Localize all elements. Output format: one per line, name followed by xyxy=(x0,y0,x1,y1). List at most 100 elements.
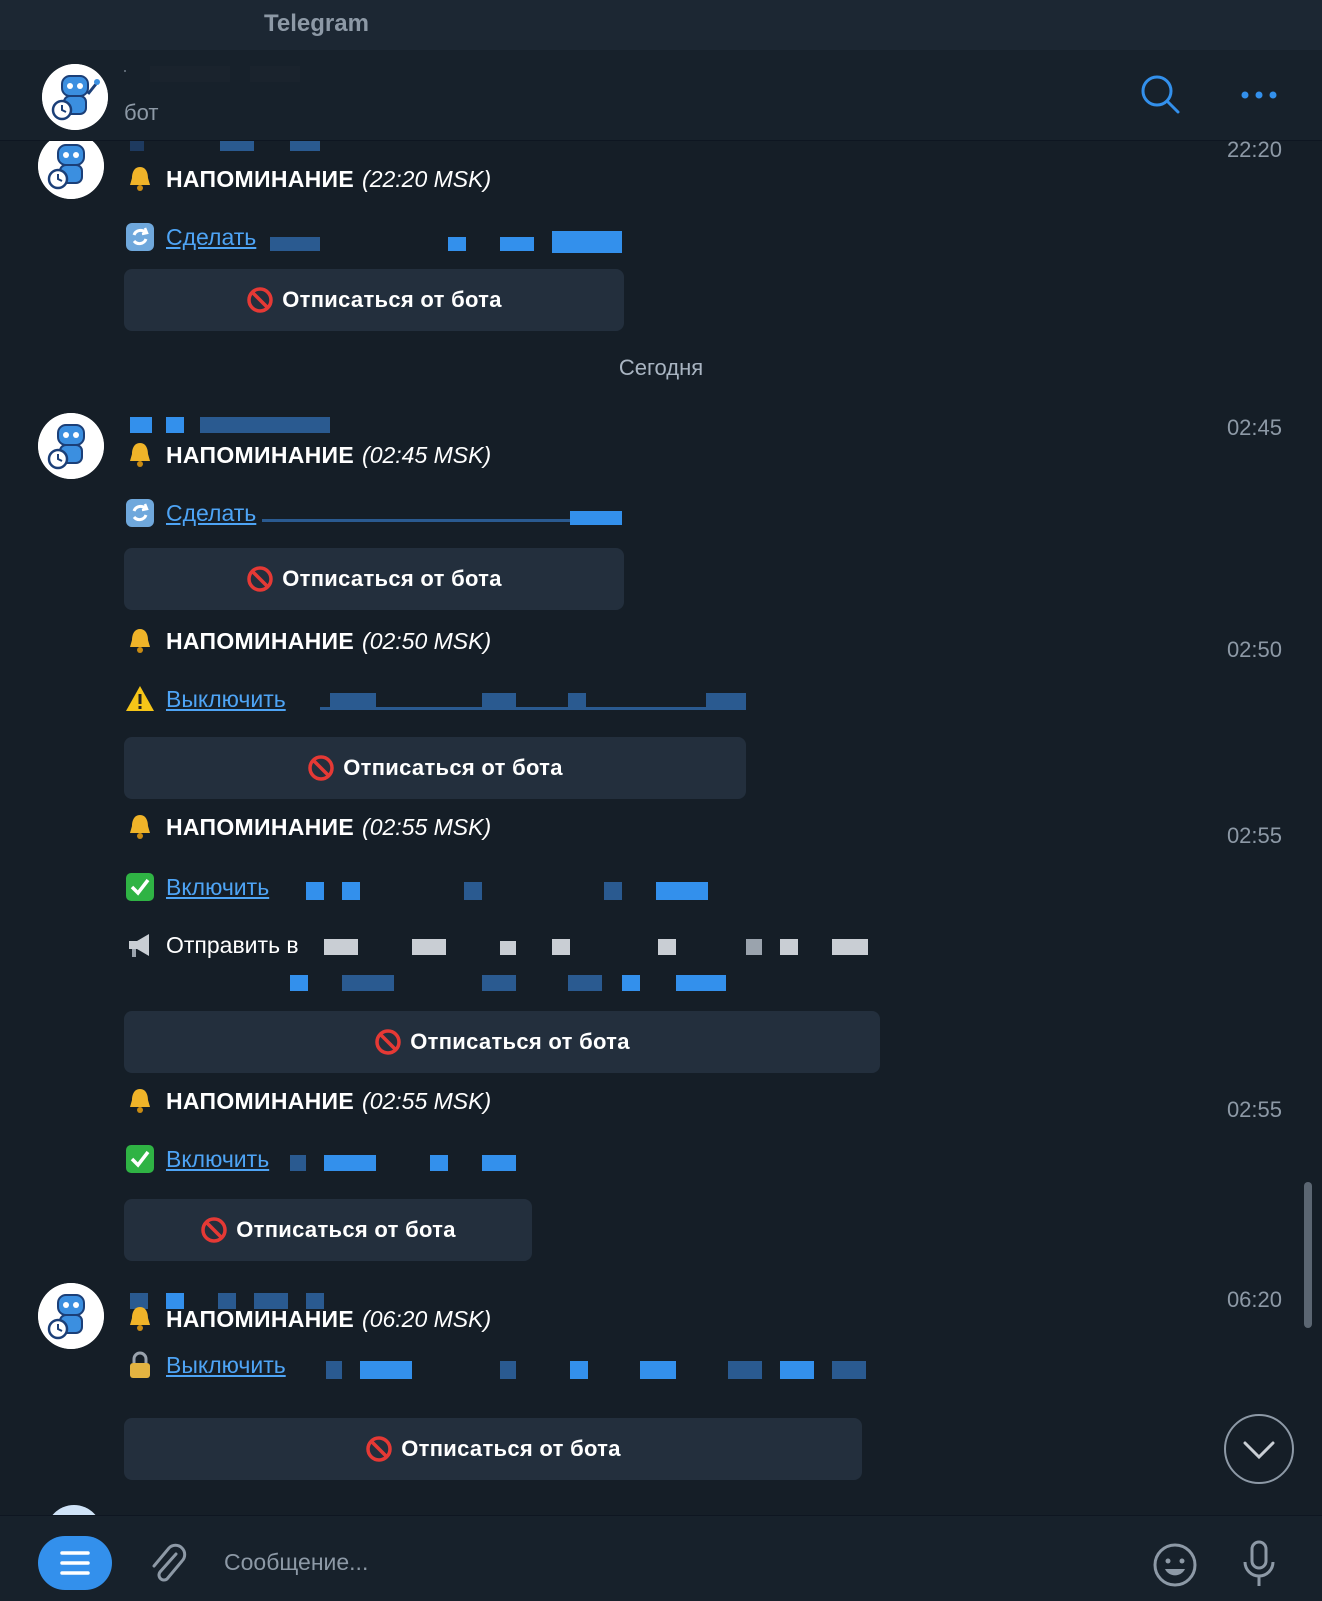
bell-icon xyxy=(124,163,156,195)
message-time: 22:20 xyxy=(1226,141,1282,162)
redacted-link-text xyxy=(430,1155,448,1171)
redacted-link-text xyxy=(568,693,586,707)
bell-icon xyxy=(124,625,156,657)
redacted-link-text xyxy=(832,1361,866,1379)
redacted-text xyxy=(780,939,798,955)
scroll-down-button[interactable] xyxy=(1224,1414,1294,1484)
check-icon xyxy=(124,1143,156,1175)
action-line: Сделать xyxy=(124,221,256,253)
redacted-link-text xyxy=(330,693,376,707)
robot-icon xyxy=(38,141,104,199)
unsubscribe-button[interactable]: Отписаться от бота xyxy=(124,269,624,331)
megaphone-icon xyxy=(124,929,156,961)
bell-icon xyxy=(124,1085,156,1117)
unsubscribe-label: Отписаться от бота xyxy=(236,1217,456,1242)
message-avatar[interactable] xyxy=(38,141,104,199)
window-title: Telegram xyxy=(264,10,369,37)
redacted-text xyxy=(622,975,640,991)
message-avatar-partial xyxy=(46,1505,102,1515)
unsubscribe-button[interactable]: Отписаться от бота xyxy=(124,1418,862,1480)
voice-message-button[interactable] xyxy=(1236,1538,1282,1590)
redacted-link-text xyxy=(448,237,466,251)
redacted-link-text xyxy=(656,882,708,900)
redacted-link-text xyxy=(306,882,324,900)
robot-icon xyxy=(42,64,108,130)
reminder-label: НАПОМИНАНИЕ xyxy=(166,1305,355,1332)
redacted-link-text xyxy=(320,707,746,710)
prohibited-icon xyxy=(307,754,335,782)
emoji-button[interactable] xyxy=(1152,1542,1198,1588)
message-list[interactable]: 22:20 НАПОМИНАНИЕ (22:20 MSK) Сделать От… xyxy=(0,141,1322,1515)
reminder-time: (22:20 MSK) xyxy=(362,165,492,192)
redacted-link-text xyxy=(552,231,622,253)
unsubscribe-button[interactable]: Отписаться от бота xyxy=(124,548,624,610)
more-dots-icon xyxy=(1241,91,1277,99)
redacted-link-text xyxy=(570,511,622,525)
prohibited-icon xyxy=(200,1216,228,1244)
message-avatar[interactable] xyxy=(38,1283,104,1349)
bot-avatar[interactable] xyxy=(42,64,108,130)
attach-button[interactable] xyxy=(146,1540,190,1588)
redacted-text xyxy=(676,975,726,991)
reminder-time: (02:50 MSK) xyxy=(362,627,492,654)
action-line: Выключить xyxy=(124,1349,286,1381)
action-link[interactable]: Выключить xyxy=(166,686,286,713)
bot-menu-button[interactable] xyxy=(38,1536,112,1590)
redacted-link-text xyxy=(500,1361,516,1379)
check-icon xyxy=(124,871,156,903)
chat-name-redacted[interactable] xyxy=(124,66,304,88)
message-time: 02:45 xyxy=(1226,415,1282,440)
refresh-icon xyxy=(124,497,156,529)
search-button[interactable] xyxy=(1138,72,1184,118)
message-avatar[interactable] xyxy=(38,413,104,479)
reminder-label: НАПОМИНАНИЕ xyxy=(166,441,355,468)
date-separator: Сегодня xyxy=(618,355,704,380)
redacted-link-text xyxy=(500,237,534,251)
action-link[interactable]: Включить xyxy=(166,874,269,901)
redacted-link-text xyxy=(728,1361,762,1379)
message-input[interactable] xyxy=(222,1538,1106,1586)
send-line: Отправить в xyxy=(124,929,299,961)
redacted-link-text xyxy=(360,1361,412,1379)
bell-icon xyxy=(124,1303,156,1335)
redacted-link-text xyxy=(640,1361,676,1379)
redacted-text xyxy=(324,939,358,955)
prohibited-icon xyxy=(365,1435,393,1463)
scrollbar[interactable] xyxy=(1304,1182,1312,1328)
unsubscribe-button[interactable]: Отписаться от бота xyxy=(124,1011,880,1073)
action-line: Выключить xyxy=(124,683,286,715)
action-link[interactable]: Включить xyxy=(166,1146,269,1173)
unsubscribe-button[interactable]: Отписаться от бота xyxy=(124,1199,532,1261)
redacted-text xyxy=(746,939,762,955)
send-text: Отправить в xyxy=(166,931,299,958)
reminder-time: (02:55 MSK) xyxy=(362,1087,492,1114)
reminder-label: НАПОМИНАНИЕ xyxy=(166,165,355,192)
redacted-link-text xyxy=(706,693,746,707)
reminder-line: НАПОМИНАНИЕ (02:50 MSK) xyxy=(124,625,491,657)
reminder-time: (06:20 MSK) xyxy=(362,1305,492,1332)
unsubscribe-button[interactable]: Отписаться от бота xyxy=(124,737,746,799)
reminder-line: НАПОМИНАНИЕ (02:55 MSK) xyxy=(124,811,491,843)
redacted-link-text xyxy=(780,1361,814,1379)
action-link[interactable]: Сделать xyxy=(166,224,256,251)
action-link[interactable]: Выключить xyxy=(166,1352,286,1379)
action-link[interactable]: Сделать xyxy=(166,500,256,527)
redacted-text xyxy=(500,941,516,955)
redacted-link-text xyxy=(342,882,360,900)
reminder-time: (02:45 MSK) xyxy=(362,441,492,468)
prohibited-icon xyxy=(246,565,274,593)
smile-icon xyxy=(1153,1543,1197,1587)
reminder-line: НАПОМИНАНИЕ (02:55 MSK) xyxy=(124,1085,491,1117)
reminder-label: НАПОМИНАНИЕ xyxy=(166,813,355,840)
redacted-text xyxy=(552,939,570,955)
action-line: Включить xyxy=(124,871,269,903)
search-icon xyxy=(1141,75,1180,114)
chat-subtitle: бот xyxy=(124,100,159,125)
reminder-line: НАПОМИНАНИЕ (06:20 MSK) xyxy=(124,1303,491,1335)
chevron-down-icon xyxy=(1243,1441,1275,1460)
bell-icon xyxy=(124,811,156,843)
more-button[interactable] xyxy=(1236,72,1282,118)
redacted-link-text xyxy=(326,1361,342,1379)
redacted-text xyxy=(412,939,446,955)
redacted-link-text xyxy=(324,1155,376,1171)
